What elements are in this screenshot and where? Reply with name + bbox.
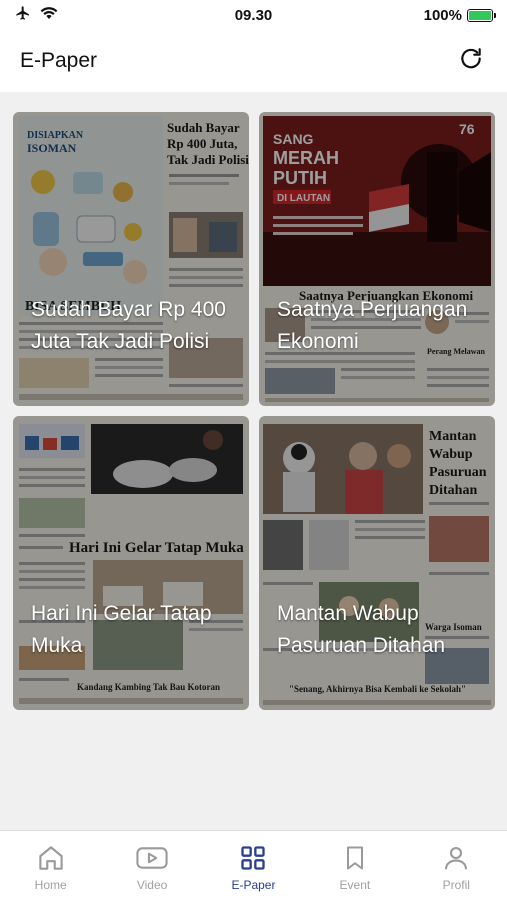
app-bar: E-Paper (0, 30, 507, 92)
nav-item-epaper[interactable]: E-Paper (213, 841, 293, 892)
status-left (14, 5, 104, 25)
nav-label: Video (136, 878, 168, 892)
wifi-icon (40, 6, 58, 24)
epaper-card[interactable]: Hari Ini Gelar Tatap Muka Kandang Kambin… (13, 416, 249, 710)
card-shade (259, 112, 495, 406)
nav-item-profil[interactable]: Profil (416, 841, 496, 892)
epaper-list: DISIAPKAN ISOMAN BISA SEMBUH Sudah Bayar… (0, 92, 507, 830)
card-shade (13, 112, 249, 406)
nav-label: E-Paper (231, 878, 276, 892)
bookmark-icon (338, 841, 372, 875)
epaper-card[interactable]: Mantan Wabup Pasuruan Ditahan Warga Isom… (259, 416, 495, 710)
status-right: 100% (423, 6, 496, 24)
nav-item-video[interactable]: Video (112, 841, 192, 892)
home-icon (34, 841, 68, 875)
epaper-title: Mantan Wabup Pasuruan Ditahan (277, 602, 446, 657)
epaper-grid: DISIAPKAN ISOMAN BISA SEMBUH Sudah Bayar… (13, 112, 495, 710)
nav-label: Event (339, 878, 371, 892)
airplane-icon (14, 5, 32, 25)
epaper-title: Hari Ini Gelar Tatap Muka (31, 602, 212, 657)
epaper-title: Saatnya Perjuangan Ekonomi (277, 298, 468, 353)
nav-item-home[interactable]: Home (11, 841, 91, 892)
refresh-icon (458, 46, 484, 77)
epaper-card[interactable]: SANG MERAH PUTIH DI LAUTAN 76 Saatnya Pe… (259, 112, 495, 406)
card-shade (13, 416, 249, 710)
epaper-card[interactable]: DISIAPKAN ISOMAN BISA SEMBUH Sudah Bayar… (13, 112, 249, 406)
battery-icon (467, 8, 496, 22)
grid-icon (236, 841, 270, 875)
page-title: E-Paper (20, 49, 98, 72)
nav-item-event[interactable]: Event (315, 841, 395, 892)
video-icon (135, 841, 169, 875)
status-bar: 09.30 100% (0, 0, 507, 30)
nav-label: Profil (442, 878, 470, 892)
nav-label: Home (34, 878, 67, 892)
user-icon (439, 841, 473, 875)
bottom-nav: Home Video E-Paper Event Profil (0, 830, 507, 900)
epaper-title: Sudah Bayar Rp 400 Juta Tak Jadi Polisi (31, 298, 226, 353)
battery-fill (469, 10, 491, 20)
card-shade (259, 416, 495, 710)
battery-percent: 100% (423, 6, 462, 24)
refresh-button[interactable] (455, 45, 487, 77)
